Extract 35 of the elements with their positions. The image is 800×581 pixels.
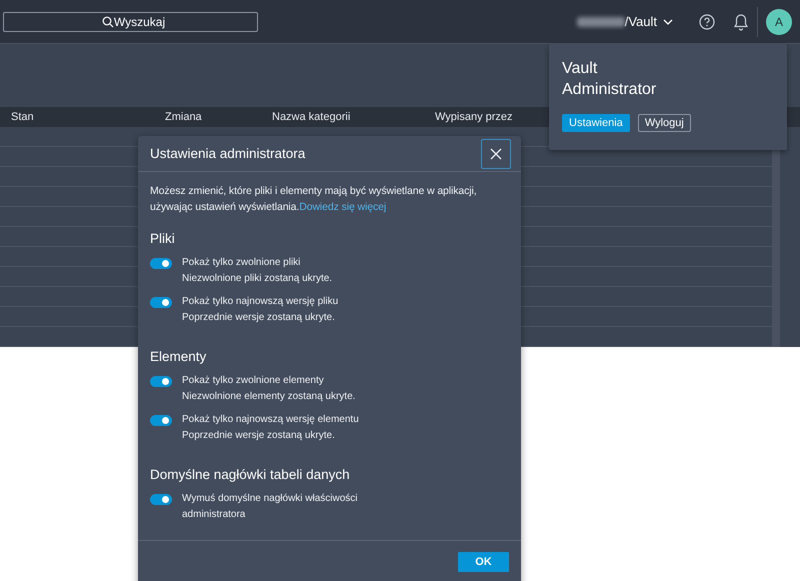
column-header[interactable]: Nazwa kategorii (272, 111, 435, 123)
section-title: Pliki (150, 231, 176, 246)
option-hint: Niezwolnione elementy zostaną ukryte. (182, 390, 356, 404)
option-label: Pokaż tylko najnowszą wersję pliku (182, 295, 338, 309)
toggle-switch[interactable] (150, 297, 172, 308)
toggle-switch[interactable] (150, 494, 172, 505)
section-title: Elementy (150, 349, 208, 364)
close-icon (490, 148, 502, 160)
option-hint: Poprzednie wersje zostaną ukryte. (182, 311, 336, 325)
help-icon[interactable] (699, 14, 715, 30)
search-field[interactable]: Wyszukaj (3, 12, 258, 32)
learn-more-link[interactable]: Dowiedz się więcej (299, 201, 386, 213)
close-button[interactable] (481, 138, 511, 168)
section-title: Domyślne nagłówki tabeli danych (150, 467, 351, 482)
bell-icon[interactable] (733, 12, 749, 30)
option-label: Pokaż tylko zwolnione elementy (182, 374, 325, 388)
option-label: Pokaż tylko najnowszą wersję elementu (182, 413, 359, 427)
option-hint: Poprzednie wersje zostaną ukryte. (182, 429, 336, 443)
vault-name[interactable]: /Vault (624, 14, 657, 29)
chevron-down-icon[interactable] (663, 18, 673, 24)
user-avatar[interactable]: A (766, 8, 792, 34)
toggle-switch[interactable] (150, 415, 172, 426)
toggle-switch[interactable] (150, 258, 172, 269)
column-header[interactable]: Stan (11, 111, 165, 123)
user-name: Vault Administrator (562, 59, 658, 100)
option-hint: Niezwolnione pliki zostaną ukryte. (182, 272, 332, 286)
blurred-server-name (576, 16, 625, 26)
logout-button[interactable]: Wyloguj (638, 114, 691, 132)
toggle-switch[interactable] (150, 376, 172, 387)
column-header[interactable]: Zmiana (165, 111, 272, 123)
option-label: Wymuś domyślne nagłówki właściwości administratora (182, 492, 359, 522)
description-text: Możesz zmienić, które pliki i elementy mają być wyświetlane w aplikacji, używając ustawień wyświetlania.Dowiedz się więcej (150, 184, 478, 215)
search-icon (102, 16, 114, 28)
dialog-title: Ustawienia administratora (150, 146, 306, 161)
option-label: Pokaż tylko zwolnione pliki (182, 256, 302, 270)
